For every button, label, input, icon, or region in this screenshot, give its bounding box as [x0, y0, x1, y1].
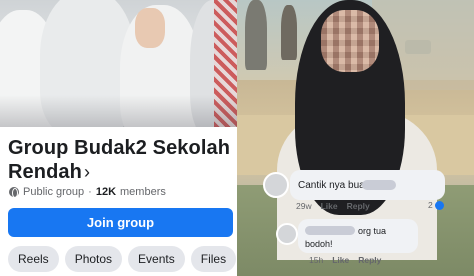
reaction-count: 2: [428, 200, 433, 210]
join-group-button[interactable]: Join group: [8, 208, 233, 237]
comment-actions: 29w Like Reply: [296, 201, 370, 211]
redacted-text: [362, 180, 396, 190]
group-tabs: Reels Photos Events Files: [8, 246, 237, 272]
like-reaction-icon: [434, 200, 444, 210]
cover-shade: [0, 95, 237, 127]
globe-icon: [9, 187, 19, 198]
comment-text: bodoh!: [305, 239, 333, 249]
cover-hand: [135, 8, 165, 48]
comment-time: 29w: [296, 201, 312, 211]
redacted-text: [305, 226, 355, 235]
comment-bubble: org tua bodoh!: [298, 219, 418, 253]
comment-actions: 15h Like Reply: [309, 255, 381, 265]
tab-reels[interactable]: Reels: [8, 246, 59, 272]
group-meta: Public group · 12K members: [9, 185, 166, 199]
member-count: 12K: [95, 186, 117, 198]
group-header-panel: Group Budak2 Sekolah Rendah › Public grou…: [0, 0, 237, 276]
comment-time: 15h: [309, 255, 324, 265]
group-title: Group Budak2 Sekolah Rendah: [8, 137, 231, 183]
comment-text: org tua: [358, 226, 387, 236]
commenter-avatar[interactable]: [276, 223, 298, 245]
members-label: members: [120, 186, 166, 198]
group-cover-photo[interactable]: [0, 0, 237, 127]
meta-separator: ·: [88, 186, 92, 198]
reply-link[interactable]: Reply: [347, 201, 370, 211]
pixelated-face: [321, 10, 379, 72]
like-link[interactable]: Like: [321, 201, 338, 211]
photo-bystander: [281, 5, 297, 60]
group-title-link[interactable]: Group Budak2 Sekolah Rendah ›: [8, 136, 233, 184]
tab-photos[interactable]: Photos: [64, 246, 123, 272]
comment-bubble: Cantik nya buah: [290, 170, 445, 200]
reaction-summary[interactable]: 2: [428, 200, 444, 210]
reply-link[interactable]: Reply: [358, 255, 381, 265]
chevron-right-icon: ›: [83, 162, 91, 182]
privacy-label: Public group: [23, 186, 85, 198]
photo-bystander: [245, 0, 267, 70]
comment-text: Cantik nya buah: [298, 180, 371, 191]
like-link[interactable]: Like: [332, 255, 349, 265]
tab-files[interactable]: Files: [190, 246, 237, 272]
tab-events[interactable]: Events: [128, 246, 185, 272]
commenter-avatar[interactable]: [263, 172, 289, 198]
photo-object: [405, 40, 431, 54]
